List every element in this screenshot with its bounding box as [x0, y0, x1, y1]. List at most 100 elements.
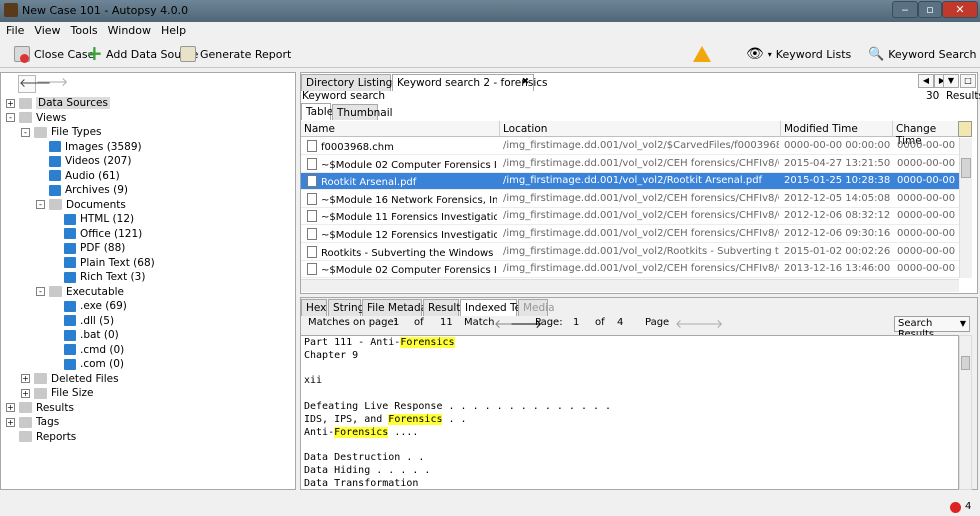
cell-modified: 2013-12-16 13:46:00 MST [784, 263, 892, 274]
tree-node[interactable]: + Deleted Files [21, 372, 119, 386]
table-row[interactable]: f0003968.chm/img_firstimage.dd.001/vol_v… [301, 138, 959, 155]
column-chooser-icon[interactable] [958, 121, 972, 137]
table-row[interactable]: ~$Module 02 Computer Forensics Investiga… [301, 156, 959, 173]
maximize-panel-icon[interactable]: □ [960, 74, 976, 88]
folder-icon [49, 286, 62, 297]
cell-text: ~$Module 02 Computer Forensics Investiga… [321, 159, 497, 171]
match-label: Match [464, 317, 495, 328]
tab-scroll-left-icon[interactable]: ◀ [918, 74, 934, 88]
tree-node[interactable]: - Documents [36, 198, 126, 212]
close-window-button[interactable]: ✕ [942, 1, 978, 18]
tree-node[interactable]: + Tags [6, 415, 59, 429]
tab-list-dropdown-icon[interactable]: ▼ [943, 74, 959, 88]
content-tab-indexed-text[interactable]: Indexed Text [460, 299, 531, 316]
text-scrollbar[interactable] [959, 335, 972, 490]
expand-icon[interactable]: + [6, 403, 15, 412]
content-tab-results[interactable]: Results [423, 299, 466, 316]
table-row[interactable]: Rootkit Arsenal.pdf/img_firstimage.dd.00… [301, 173, 959, 191]
tree-node[interactable]: + File Size [21, 386, 93, 400]
cell-text: /img_firstimage.dd.001/vol_vol2/$CarvedF… [503, 140, 779, 151]
tree-node[interactable]: .exe (69) [51, 299, 127, 313]
results-hscrollbar[interactable] [301, 279, 959, 292]
tab-directory-listing[interactable]: Directory Listing [301, 74, 392, 91]
cell-text: /img_firstimage.dd.001/vol_vol2/Rootkits… [503, 245, 779, 257]
tree-node[interactable]: + Results [6, 401, 74, 415]
warning-button[interactable] [693, 44, 711, 64]
menu-help[interactable]: Help [155, 22, 190, 37]
expand-icon[interactable]: + [21, 374, 30, 383]
menu-window[interactable]: Window [102, 22, 155, 37]
collapse-icon[interactable]: - [6, 113, 15, 122]
tree-node[interactable]: Reports [6, 430, 76, 444]
maximize-button[interactable]: ▫ [918, 1, 942, 18]
table-row[interactable]: ~$Module 16 Network Forensics, Investiga… [301, 191, 959, 208]
close-tab-icon[interactable]: ✖ [521, 77, 529, 87]
tree-node[interactable]: .dll (5) [51, 314, 114, 328]
keyword-search-button[interactable]: 🔍 Keyword Search [868, 44, 976, 64]
text-scroll-thumb[interactable] [961, 356, 970, 370]
close-case-button[interactable]: Close Case [14, 44, 94, 64]
collapse-icon[interactable]: - [21, 127, 30, 137]
expand-icon[interactable]: + [6, 417, 15, 427]
cell-name: ~$Module 02 Computer Forensics Investiga… [307, 263, 497, 276]
column-header-modified[interactable]: Modified Time [781, 121, 893, 137]
tree-node[interactable]: - Executable [36, 285, 124, 299]
text-segment: Data Transformation [304, 477, 419, 489]
table-row[interactable]: ~$Module 12 Forensics Investigation Usin… [301, 226, 959, 243]
tree-node[interactable]: - Views [6, 111, 66, 125]
cell-text: 0000-00-00 00:0 [897, 228, 959, 239]
results-scrollbar[interactable] [959, 138, 972, 278]
tree-node[interactable]: Archives (9) [36, 183, 128, 197]
tree-node[interactable]: Office (121) [51, 227, 142, 241]
tree-node-label: Executable [66, 285, 125, 298]
menu-tools[interactable]: Tools [65, 22, 102, 37]
column-header-name[interactable]: Name [301, 121, 500, 137]
menu-view[interactable]: View [28, 22, 64, 37]
view-tab-thumbnail[interactable]: Thumbnail [332, 104, 393, 120]
content-tab-file-metadata[interactable]: File Metadata [362, 299, 438, 316]
column-header-change[interactable]: Change Time [893, 121, 959, 147]
content-tab-media[interactable]: Media [518, 299, 555, 316]
minimize-button[interactable]: ‒ [892, 1, 918, 18]
back-arrow-icon[interactable]: 🡐 [18, 75, 51, 93]
tab-keyword-search[interactable]: Keyword search 2 - forensics ✖ [392, 74, 548, 91]
content-tab-hex[interactable]: Hex [301, 299, 327, 316]
error-count: 4 [965, 501, 972, 512]
tree-node[interactable]: + Data Sources [6, 96, 110, 110]
cell-text: ~$Module 16 Network Forensics, Investiga… [321, 194, 497, 206]
content-tab-strings[interactable]: Strings [328, 299, 370, 316]
table-row[interactable]: Rootkits - Subverting the Windows Kernel… [301, 244, 959, 261]
tree-node[interactable]: .com (0) [51, 357, 124, 371]
column-header-location[interactable]: Location [500, 121, 781, 137]
search-results-dropdown[interactable]: Search Results ▼ [894, 316, 970, 340]
view-tab-table[interactable]: Table [301, 103, 333, 120]
collapse-icon[interactable]: - [36, 287, 45, 296]
tree-node[interactable]: .cmd (0) [51, 343, 124, 357]
indexed-text-viewer[interactable]: Part 111 - Anti-Forensics Chapter 9 xii Def… [300, 335, 959, 490]
collapse-icon[interactable]: - [36, 200, 45, 209]
keyword-lists-button[interactable]: 👁 ▾ Keyword Lists [746, 44, 851, 64]
tree-node[interactable]: Audio (61) [36, 169, 120, 183]
tree-node[interactable]: .bat (0) [51, 328, 119, 342]
expand-icon[interactable]: + [6, 98, 15, 108]
forward-arrow-icon[interactable]: 🡒 [36, 75, 68, 93]
expand-icon[interactable]: + [21, 388, 30, 398]
generate-report-button[interactable]: Generate Report [180, 44, 291, 64]
table-row[interactable]: ~$Module 02 Computer Forensics Investiga… [301, 261, 959, 279]
tree-node[interactable]: Videos (207) [36, 154, 131, 168]
tree-node[interactable]: Images (3589) [36, 140, 142, 154]
tree-node[interactable]: - File Types [21, 125, 102, 139]
next-page-arrow-icon[interactable]: 🡒 [691, 316, 723, 331]
tree-node-label: Data Sources [36, 97, 110, 109]
tree-node[interactable]: HTML (12) [51, 212, 134, 226]
tree-node[interactable]: Rich Text (3) [51, 270, 145, 284]
results-scroll-thumb[interactable] [961, 158, 971, 178]
file-icon [307, 140, 317, 152]
tree-node[interactable]: Plain Text (68) [51, 256, 155, 270]
cell-text: 2015-04-27 13:21:50 MDT [784, 157, 892, 169]
table-row[interactable]: ~$Module 11 Forensics Investigation Usin… [301, 208, 959, 226]
error-icon[interactable] [950, 502, 961, 513]
tree-node[interactable]: PDF (88) [51, 241, 125, 255]
cell-text: 0000-00-00 00:0 [897, 210, 959, 222]
menu-file[interactable]: File [0, 22, 28, 37]
